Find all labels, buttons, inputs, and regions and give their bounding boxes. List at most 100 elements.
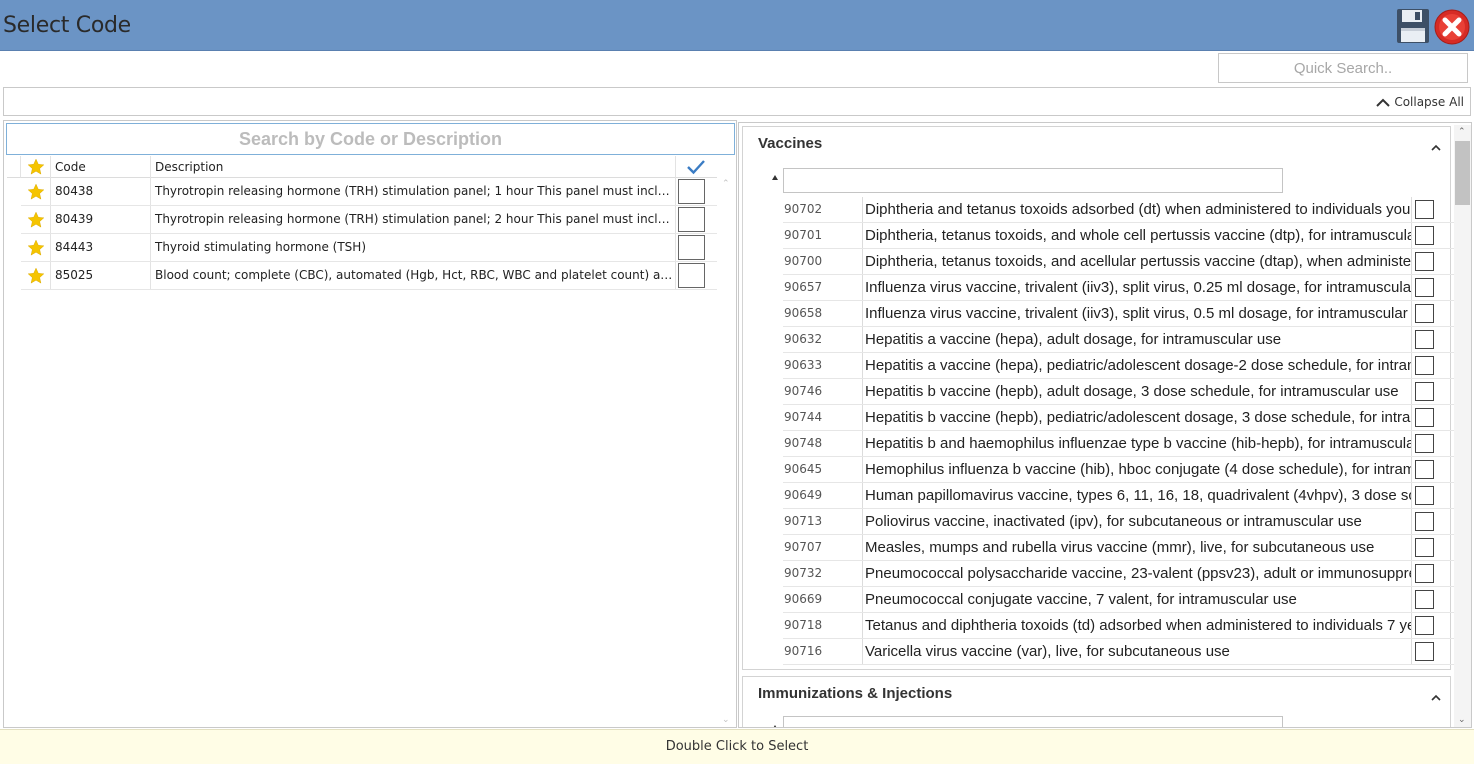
select-checkbox[interactable]: [1415, 590, 1434, 609]
scroll-up-icon[interactable]: ⌃: [1458, 127, 1466, 137]
left-scrollbar[interactable]: ⌃ ⌄: [720, 179, 734, 727]
sort-triangle-icon[interactable]: [772, 725, 778, 727]
code-cell: 90632: [783, 327, 863, 352]
code-column-header[interactable]: Code: [51, 156, 151, 178]
select-checkbox[interactable]: [1415, 564, 1434, 583]
collapse-section-button[interactable]: [1431, 687, 1441, 706]
grid-row-gutter: [7, 156, 21, 178]
select-checkbox[interactable]: [1415, 616, 1434, 635]
code-cell: 85025: [51, 262, 151, 289]
save-button[interactable]: [1396, 8, 1430, 44]
code-cell: 90744: [783, 405, 863, 430]
list-item[interactable]: 90645 Hemophilus influenza b vaccine (hib…: [783, 457, 1455, 483]
list-item[interactable]: 90649 Human papillomavirus vaccine, types…: [783, 483, 1455, 509]
chevron-up-icon: [1376, 98, 1391, 107]
select-checkbox[interactable]: [1415, 408, 1434, 427]
list-item[interactable]: 90748 Hepatitis b and haemophilus influen…: [783, 431, 1455, 457]
favorite-cell[interactable]: [21, 262, 51, 289]
star-icon: [27, 211, 44, 228]
select-cell: [678, 178, 706, 205]
close-button[interactable]: [1434, 9, 1470, 45]
description-cell: Thyrotropin releasing hormone (TRH) stim…: [151, 206, 676, 233]
description-cell: Pneumococcal conjugate vaccine, 7 valent…: [863, 587, 1412, 612]
section-filter-input[interactable]: [783, 716, 1283, 727]
scroll-down-icon[interactable]: ⌄: [722, 715, 730, 725]
favorite-cell[interactable]: [21, 234, 51, 261]
select-checkbox[interactable]: [1415, 538, 1434, 557]
description-cell: Hepatitis a vaccine (hepa), adult dosage…: [863, 327, 1412, 352]
code-categories-panel: Vaccines 90702 Diphtheria and tetanus tox…: [738, 122, 1472, 728]
section-filter-input[interactable]: [783, 168, 1283, 193]
select-checkbox[interactable]: [678, 207, 705, 232]
right-scrollbar[interactable]: ⌃ ⌄: [1454, 125, 1471, 727]
list-item[interactable]: 90632 Hepatitis a vaccine (hepa), adult d…: [783, 327, 1455, 353]
select-checkbox[interactable]: [1415, 434, 1434, 453]
list-item[interactable]: 90669 Pneumococcal conjugate vaccine, 7 v…: [783, 587, 1455, 613]
list-item[interactable]: 90707 Measles, mumps and rubella virus va…: [783, 535, 1455, 561]
list-item[interactable]: 90701 Diphtheria, tetanus toxoids, and wh…: [783, 223, 1455, 249]
collapse-all-button[interactable]: Collapse All: [1375, 95, 1464, 109]
scrollbar-thumb[interactable]: [1455, 141, 1470, 205]
code-cell: 90669: [783, 587, 863, 612]
select-checkbox[interactable]: [1415, 278, 1434, 297]
table-row[interactable]: 85025 Blood count; complete (CBC), autom…: [21, 262, 717, 290]
description-cell: Diphtheria and tetanus toxoids adsorbed …: [863, 197, 1412, 222]
description-cell: Tetanus and diphtheria toxoids (td) adso…: [863, 613, 1412, 638]
select-checkbox[interactable]: [1415, 252, 1434, 271]
code-cell: 90657: [783, 275, 863, 300]
list-item[interactable]: 90658 Influenza virus vaccine, trivalent …: [783, 301, 1455, 327]
selected-codes-panel: Code Description 80438 Thyrotropin relea…: [3, 120, 737, 728]
list-item[interactable]: 90718 Tetanus and diphtheria toxoids (td)…: [783, 613, 1455, 639]
table-row[interactable]: 84443 Thyroid stimulating hormone (TSH): [21, 234, 717, 262]
select-checkbox[interactable]: [1415, 460, 1434, 479]
select-checkbox[interactable]: [1415, 486, 1434, 505]
list-item[interactable]: 90713 Poliovirus vaccine, inactivated (ip…: [783, 509, 1455, 535]
sort-triangle-icon[interactable]: [772, 175, 778, 180]
table-row[interactable]: 80439 Thyrotropin releasing hormone (TRH…: [21, 206, 717, 234]
favorite-cell[interactable]: [21, 206, 51, 233]
description-cell: Hepatitis a vaccine (hepa), pediatric/ad…: [863, 353, 1412, 378]
description-cell: Blood count; complete (CBC), automated (…: [151, 262, 676, 289]
code-cell: 80438: [51, 178, 151, 205]
chevron-up-icon: [1431, 694, 1441, 701]
scroll-up-icon[interactable]: ⌃: [722, 179, 730, 189]
select-checkbox[interactable]: [678, 235, 705, 260]
code-search-input[interactable]: [6, 123, 735, 155]
description-cell: Human papillomavirus vaccine, types 6, 1…: [863, 483, 1412, 508]
select-checkbox[interactable]: [1415, 512, 1434, 531]
select-checkbox[interactable]: [678, 263, 705, 288]
table-row[interactable]: 80438 Thyrotropin releasing hormone (TRH…: [21, 178, 717, 206]
list-item[interactable]: 90700 Diphtheria, tetanus toxoids, and ac…: [783, 249, 1455, 275]
close-icon: [1434, 9, 1470, 45]
quick-search-input[interactable]: [1218, 53, 1468, 83]
list-item[interactable]: 90633 Hepatitis a vaccine (hepa), pediatr…: [783, 353, 1455, 379]
description-cell: Pneumococcal polysaccharide vaccine, 23-…: [863, 561, 1412, 586]
scroll-down-icon[interactable]: ⌄: [1458, 715, 1466, 725]
code-cell: 90716: [783, 639, 863, 664]
code-cell: 90707: [783, 535, 863, 560]
select-checkbox[interactable]: [1415, 382, 1434, 401]
list-item[interactable]: 90746 Hepatitis b vaccine (hepb), adult d…: [783, 379, 1455, 405]
list-item[interactable]: 90732 Pneumococcal polysaccharide vaccine…: [783, 561, 1455, 587]
select-checkbox[interactable]: [1415, 200, 1434, 219]
description-cell: Thyrotropin releasing hormone (TRH) stim…: [151, 178, 676, 205]
select-checkbox[interactable]: [1415, 304, 1434, 323]
list-item[interactable]: 90744 Hepatitis b vaccine (hepb), pediatr…: [783, 405, 1455, 431]
description-column-header[interactable]: Description: [151, 156, 676, 178]
select-checkbox[interactable]: [678, 179, 705, 204]
favorite-cell[interactable]: [21, 178, 51, 205]
collapse-toolbar: Collapse All: [3, 87, 1471, 116]
favorite-column-header[interactable]: [21, 156, 51, 178]
select-checkbox[interactable]: [1415, 226, 1434, 245]
list-item[interactable]: 90716 Varicella virus vaccine (var), live…: [783, 639, 1455, 665]
select-cell: [678, 206, 706, 233]
collapse-section-button[interactable]: [1431, 137, 1441, 156]
list-item[interactable]: 90657 Influenza virus vaccine, trivalent …: [783, 275, 1455, 301]
select-column-header[interactable]: [676, 156, 716, 178]
select-checkbox[interactable]: [1415, 642, 1434, 661]
select-checkbox[interactable]: [1415, 330, 1434, 349]
select-code-window: Select Code Collapse All: [0, 0, 1474, 764]
select-checkbox[interactable]: [1415, 356, 1434, 375]
list-item[interactable]: 90702 Diphtheria and tetanus toxoids adso…: [783, 197, 1455, 223]
code-cell: 90748: [783, 431, 863, 456]
